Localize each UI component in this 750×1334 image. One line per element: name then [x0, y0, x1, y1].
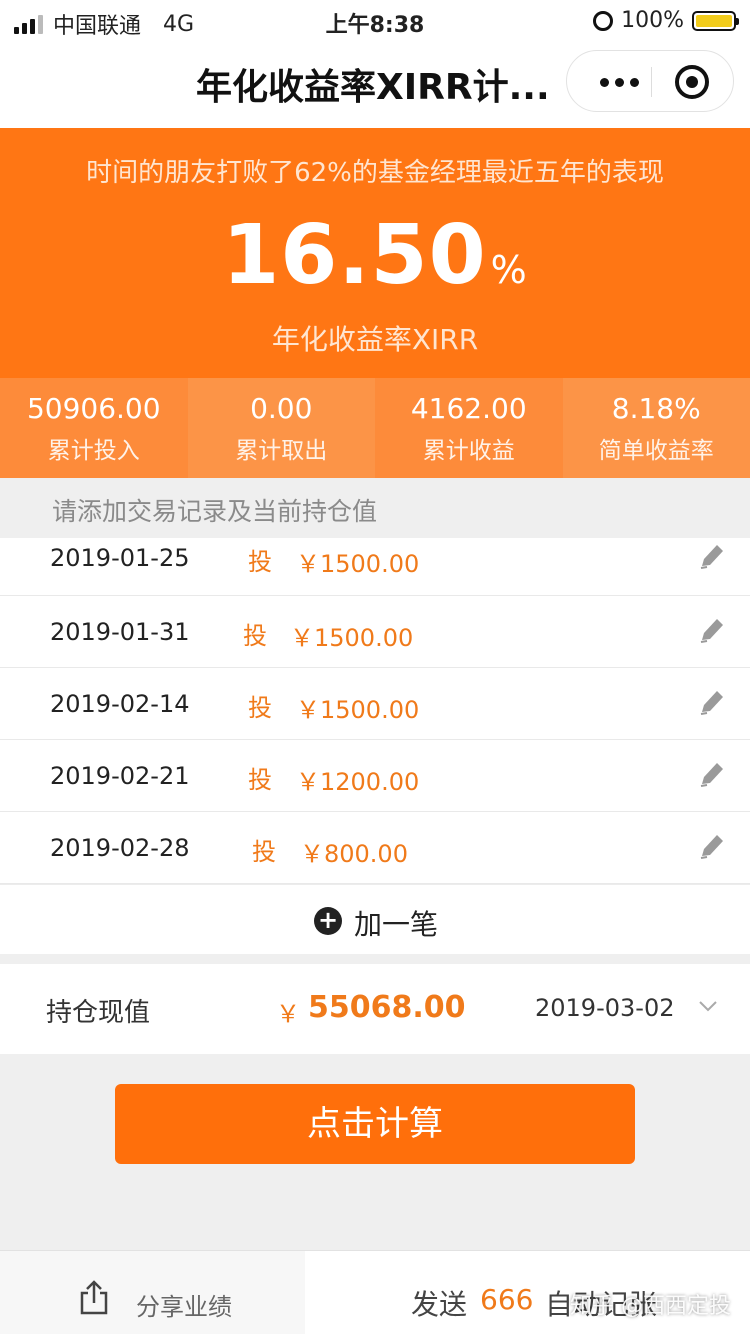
stat-label: 累计投入 [47, 438, 140, 464]
capsule-divider [651, 67, 652, 97]
record-date: 2019-02-14 [50, 690, 190, 718]
stat-value: 8.18% [611, 392, 701, 425]
holding-value-input[interactable]: 55068.00 [308, 990, 466, 1025]
record-amount: ￥1500.00 [290, 624, 414, 652]
stats-bar: 50906.00 累计投入 0.00 累计取出 4162.00 累计收益 8.1… [0, 378, 750, 478]
records-list: 2019-01-25 投 ￥1500.00 2019-01-31 投 ￥1500… [0, 538, 750, 884]
nav-bar: 年化收益率XIRR计... [0, 40, 750, 128]
alarm-icon [593, 10, 614, 31]
holding-label: 持仓现值 [46, 998, 151, 1028]
record-amount: ￥800.00 [300, 840, 408, 868]
stat-label: 累计取出 [235, 438, 328, 464]
record-type: 投 [248, 548, 272, 576]
record-type: 投 [248, 694, 272, 722]
stat-label: 累计收益 [422, 438, 515, 464]
record-date: 2019-02-28 [50, 834, 190, 862]
battery-icon [692, 10, 739, 31]
stat-total-withdrawn: 0.00 累计取出 [187, 378, 375, 478]
more-icon[interactable] [589, 51, 649, 113]
add-record-label: 加一笔 [354, 908, 439, 941]
share-label: 分享业绩 [136, 1293, 232, 1321]
stat-total-profit: 4162.00 累计收益 [375, 378, 563, 478]
record-row[interactable]: 2019-02-21 投 ￥1200.00 [0, 740, 750, 812]
battery-percent: 100% [621, 8, 684, 33]
edit-icon[interactable] [698, 688, 726, 718]
stat-total-invested: 50906.00 累计投入 [0, 378, 188, 478]
annual-rate: 16.50% [0, 208, 750, 303]
record-date: 2019-02-21 [50, 762, 190, 790]
edit-icon[interactable] [698, 616, 726, 646]
holding-value-row: 持仓现值 ￥ 55068.00 2019-03-02 [0, 964, 750, 1054]
stat-simple-return: 8.18% 简单收益率 [562, 378, 750, 478]
annual-rate-value: 16.50 [222, 208, 487, 303]
stat-label: 简单收益率 [598, 438, 714, 464]
record-date: 2019-01-31 [50, 618, 190, 646]
edit-icon[interactable] [698, 832, 726, 862]
holding-currency: ￥ [276, 1000, 300, 1028]
close-miniprogram-icon[interactable] [675, 65, 709, 99]
record-amount: ￥1500.00 [296, 550, 420, 578]
record-row[interactable]: 2019-02-28 投 ￥800.00 [0, 812, 750, 884]
stat-value: 4162.00 [410, 392, 527, 425]
record-type: 投 [248, 766, 272, 794]
record-row[interactable]: 2019-01-31 投 ￥1500.00 [0, 596, 750, 668]
annual-rate-label: 年化收益率XIRR [271, 323, 479, 356]
stat-value: 50906.00 [26, 392, 161, 425]
record-amount: ￥1200.00 [296, 768, 420, 796]
miniprogram-capsule [566, 50, 734, 112]
add-record-button[interactable]: + 加一笔 [0, 884, 750, 954]
record-type: 投 [243, 622, 267, 650]
status-bar: 中国联通 4G 上午8:38 100% [0, 0, 750, 40]
send-prefix: 发送 [411, 1288, 468, 1321]
holding-date-picker[interactable]: 2019-03-02 [535, 994, 674, 1022]
edit-icon[interactable] [698, 760, 726, 790]
share-icon [80, 1280, 108, 1315]
share-button[interactable]: 分享业绩 [0, 1251, 305, 1334]
tagline: 时间的朋友打败了62%的基金经理最近五年的表现 [86, 158, 664, 188]
records-hint: 请添加交易记录及当前持仓值 [0, 478, 750, 538]
stat-value: 0.00 [250, 392, 313, 425]
chevron-down-icon[interactable] [698, 996, 718, 1016]
status-right: 100% [593, 8, 739, 33]
record-date: 2019-01-25 [50, 544, 190, 572]
send-code: 666 [480, 1283, 534, 1316]
edit-icon[interactable] [698, 542, 726, 572]
result-header: 时间的朋友打败了62%的基金经理最近五年的表现 16.50% 年化收益率XIRR [0, 128, 750, 378]
record-type: 投 [252, 838, 276, 866]
calculate-button[interactable]: 点击计算 [115, 1084, 635, 1164]
record-amount: ￥1500.00 [296, 696, 420, 724]
watermark: 知乎 @西西定投 [570, 1294, 731, 1319]
plus-circle-icon: + [314, 907, 342, 935]
annual-rate-unit: % [490, 248, 528, 292]
record-row[interactable]: 2019-01-25 投 ￥1500.00 [0, 538, 750, 596]
page-title: 年化收益率XIRR计... [196, 67, 550, 108]
record-row[interactable]: 2019-02-14 投 ￥1500.00 [0, 668, 750, 740]
